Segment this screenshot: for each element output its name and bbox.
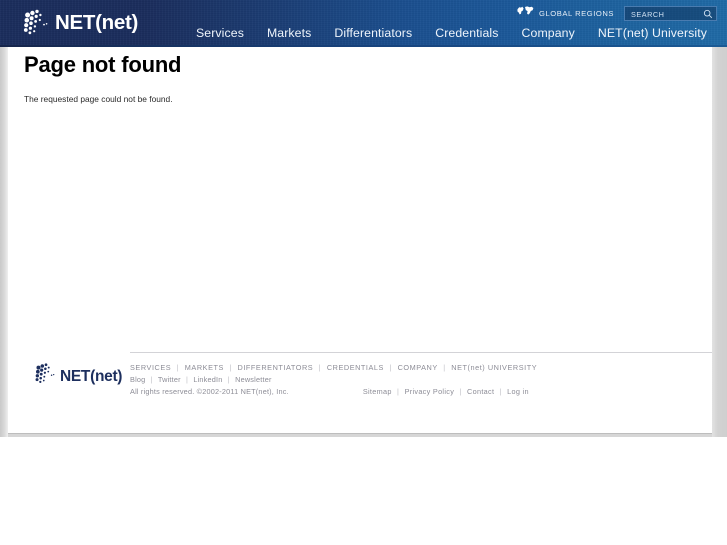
- site-logo[interactable]: NET(net): [22, 6, 202, 40]
- nav-item-markets[interactable]: Markets: [267, 26, 311, 40]
- footer-links-area: SERVICES | MARKETS | DIFFERENTIATORS | C…: [130, 352, 712, 398]
- nav-item-services[interactable]: Services: [196, 26, 244, 40]
- search-box[interactable]: [624, 5, 717, 22]
- main-content: Page not found The requested page could …: [24, 47, 704, 105]
- footer-separator: |: [397, 387, 400, 396]
- footer-separator: |: [150, 375, 153, 384]
- footer-link-company[interactable]: COMPANY: [398, 363, 438, 372]
- nav-item-differentiators[interactable]: Differentiators: [334, 26, 412, 40]
- footer-link-blog[interactable]: Blog: [130, 375, 145, 384]
- footer-separator: |: [229, 363, 232, 372]
- footer-divider: [130, 352, 712, 353]
- global-regions-link[interactable]: GLOBAL REGIONS: [517, 4, 614, 22]
- nav-item-credentials[interactable]: Credentials: [435, 26, 498, 40]
- footer-link-netnet-university[interactable]: NET(net) UNIVERSITY: [451, 363, 537, 372]
- search-icon[interactable]: [703, 9, 713, 19]
- footer-separator: |: [227, 375, 230, 384]
- footer-link-contact[interactable]: Contact: [467, 387, 494, 396]
- footer-separator: |: [389, 363, 392, 372]
- header-utility-bar: GLOBAL REGIONS: [517, 4, 717, 22]
- main-navigation: Services Markets Differentiators Credent…: [196, 26, 727, 47]
- footer-utility-links: Sitemap | Privacy Policy | Contact | Log…: [363, 386, 529, 398]
- footer-link-privacy-policy[interactable]: Privacy Policy: [405, 387, 455, 396]
- footer-primary-links: SERVICES | MARKETS | DIFFERENTIATORS | C…: [130, 362, 712, 374]
- netnet-dots-logo-icon: [34, 362, 58, 391]
- footer-separator: |: [185, 375, 189, 384]
- footer-logo-wordmark: NET(net): [60, 367, 123, 385]
- footer-separator: |: [499, 387, 502, 396]
- nav-item-netnet-university[interactable]: NET(net) University: [598, 26, 707, 40]
- footer-separator: |: [318, 363, 322, 372]
- page-title: Page not found: [24, 52, 182, 77]
- footer-copyright: All rights reserved. ©2002-2011 NET(net)…: [130, 387, 289, 396]
- logo-wordmark: NET(net): [55, 10, 139, 34]
- footer-link-services[interactable]: SERVICES: [130, 363, 171, 372]
- footer-secondary-links: Blog | Twitter | LinkedIn | Newsletter: [130, 374, 712, 386]
- browser-page-shell: Page not found The requested page could …: [0, 0, 727, 437]
- header-bottom-edge: [0, 45, 727, 47]
- site-footer: NET(net) SERVICES | MARKETS | DIFFERENTI…: [8, 352, 712, 412]
- footer-link-linkedin[interactable]: LinkedIn: [193, 375, 222, 384]
- footer-legal-row: All rights reserved. ©2002-2011 NET(net)…: [130, 386, 712, 398]
- site-header: NET(net) GLOBAL REGIONS SEARCH Services …: [0, 0, 727, 47]
- global-regions-label: GLOBAL REGIONS: [539, 8, 614, 18]
- search-input[interactable]: [629, 6, 705, 22]
- page-right-gutter: [712, 0, 727, 437]
- footer-link-differentiators[interactable]: DIFFERENTIATORS: [238, 363, 314, 372]
- world-map-icon: [517, 4, 534, 22]
- netnet-dots-logo-icon: [22, 8, 52, 38]
- footer-link-markets[interactable]: MARKETS: [185, 363, 224, 372]
- viewport-empty-area: [0, 437, 727, 545]
- footer-link-sitemap[interactable]: Sitemap: [363, 387, 392, 396]
- footer-separator: |: [459, 387, 462, 396]
- footer-link-twitter[interactable]: Twitter: [158, 375, 181, 384]
- footer-link-log-in[interactable]: Log in: [507, 387, 529, 396]
- footer-link-credentials[interactable]: CREDENTIALS: [327, 363, 384, 372]
- page-body-text: The requested page could not be found.: [24, 94, 173, 104]
- footer-separator: |: [443, 363, 446, 372]
- page-left-gutter: [0, 0, 8, 437]
- nav-item-company[interactable]: Company: [522, 26, 575, 40]
- footer-link-newsletter[interactable]: Newsletter: [235, 375, 271, 384]
- footer-logo[interactable]: NET(net): [34, 362, 122, 391]
- footer-separator: |: [176, 363, 180, 372]
